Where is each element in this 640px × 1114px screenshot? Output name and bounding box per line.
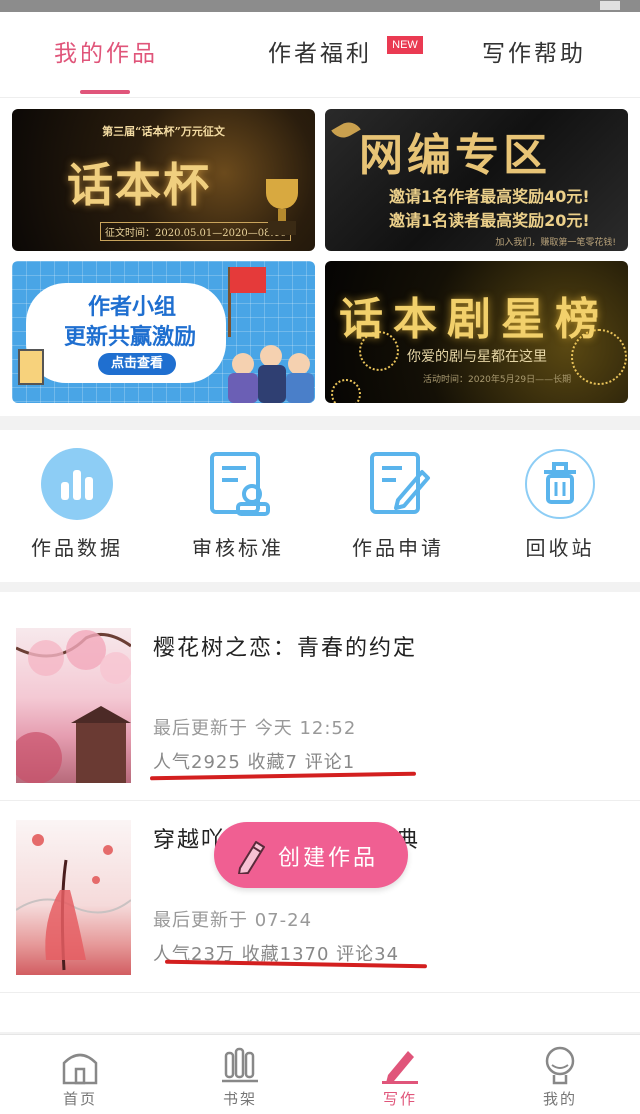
nav-label: 我的 [542,1090,577,1108]
banner-grid: 第三届“话本杯”万元征文 话本杯 征文时间：2020.05.01—2020—08… [0,98,640,416]
quick-action-recycle-bin[interactable]: 回收站 [500,448,620,561]
flag-icon [230,267,266,293]
quick-action-label: 回收站 [525,536,595,560]
nav-label: 写作 [382,1090,417,1108]
pencil-icon [236,838,266,875]
banner-drama-star-list[interactable]: 话本剧星榜 你爱的剧与星都在这里 活动时间：2020年5月29日——长期 [325,261,628,403]
tab-author-benefits[interactable]: 作者福利 [268,34,372,68]
banner-editor-zone[interactable]: 网编专区 邀请1名作者最高奖励40元! 邀请1名读者最高奖励20元! 加入我们，… [325,109,628,251]
banner-huaben-cup[interactable]: 第三届“话本杯”万元征文 话本杯 征文时间：2020.05.01—2020—08… [12,109,315,251]
quick-action-label: 作品申请 [352,536,444,560]
banner-title: 话本剧星榜 [339,294,609,345]
child-figure [286,373,314,403]
home-icon [60,1045,100,1085]
quick-action-review-standard[interactable]: 审核标准 [178,448,298,561]
review-standard-icon [202,448,274,520]
child-figure [228,373,258,403]
work-cover-image [10,628,132,784]
banner-title: 话本杯 [67,158,211,212]
firework-decoration [331,379,361,403]
tab-writing-help[interactable]: 写作帮助 [482,34,586,68]
works-list: 樱花树之恋：青春的约定 最后更新于 今天 12:52 人气2925 收藏7 评论… [0,592,640,1032]
active-tab-indicator [80,90,130,94]
status-indicator [600,1,620,10]
bar-chart-icon [41,448,113,520]
banner-line: 加入我们，赚取第一笔零花钱! [495,238,616,248]
nav-label: 书架 [222,1090,257,1108]
banner-author-group[interactable]: 作者小组 更新共赢激励 点击查看 [12,261,315,403]
clipboard-icon [18,349,44,385]
create-work-button[interactable]: 创建作品 [214,822,408,888]
nav-label: 首页 [62,1090,97,1108]
laurel-icon [331,117,361,143]
quick-action-work-data[interactable]: 作品数据 [17,448,137,561]
work-stats: 人气2925 收藏7 评论1 [153,752,356,773]
banner-title: 网编专区 [359,130,551,181]
nav-home[interactable]: 首页 [0,1035,160,1114]
work-cover-image [15,820,132,975]
banner-line: 作者小组 [88,295,177,320]
banner-subtitle: 第三届“话本杯”万元征文 [102,125,225,138]
view-button[interactable]: 点击查看 [98,353,176,375]
quick-actions: 作品数据 审核标准 作品申请 回收站 [0,430,640,582]
banner-line: 邀请1名读者最高奖励20元! [389,211,590,230]
child-figure [260,345,282,367]
quick-action-label: 审核标准 [192,536,284,560]
quick-action-label: 作品数据 [31,536,123,560]
new-badge: NEW [387,36,423,54]
create-work-label: 创建作品 [278,846,379,871]
nav-write[interactable]: 写作 [320,1035,480,1114]
nav-mine[interactable]: 我的 [480,1035,640,1114]
nav-bookshelf[interactable]: 书架 [160,1035,320,1114]
banner-line: 更新共赢激励 [64,325,197,350]
child-figure [288,353,310,375]
banner-date: 活动时间：2020年5月29日——长期 [423,375,572,385]
child-figure [258,365,286,403]
profile-icon [540,1045,580,1085]
banner-line: 邀请1名作者最高奖励40元! [389,187,590,206]
bottom-nav: 首页 书架 写作 我的 [0,1034,640,1114]
trophy-icon [260,179,304,239]
work-item[interactable]: 樱花树之恋：青春的约定 最后更新于 今天 12:52 人气2925 收藏7 评论… [0,592,640,784]
trash-icon [524,448,596,520]
child-figure [232,353,254,375]
work-updated-time: 最后更新于 今天 12:52 [153,718,357,739]
list-divider [0,992,640,993]
quick-action-work-apply[interactable]: 作品申请 [338,448,458,561]
status-bar [0,0,640,12]
bookshelf-icon [220,1045,260,1085]
edit-document-icon [362,448,434,520]
top-tab-bar: 我的作品 作者福利 NEW 写作帮助 [0,12,640,98]
work-title: 樱花树之恋：青春的约定 [153,636,418,661]
tab-my-works[interactable]: 我的作品 [54,34,158,68]
work-updated-time: 最后更新于 07-24 [153,910,313,931]
banner-subtitle: 你爱的剧与星都在这里 [407,349,547,365]
pen-icon [380,1045,420,1085]
